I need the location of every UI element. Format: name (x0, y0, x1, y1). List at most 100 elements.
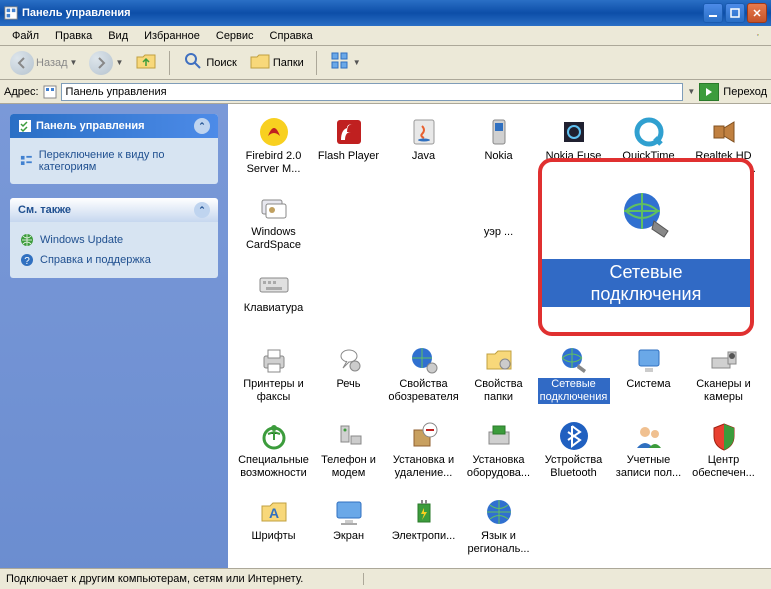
link-windows-update[interactable]: Windows Update (20, 230, 208, 250)
link-category-view[interactable]: Переключение к виду по категориям (20, 146, 208, 176)
sidebar: Панель управления ⌃ Переключение к виду … (0, 104, 228, 575)
search-icon (182, 50, 204, 75)
folderopt-icon (483, 344, 515, 376)
item-label: Система (626, 378, 670, 391)
svg-text:A: A (268, 505, 278, 521)
menu-view[interactable]: Вид (100, 30, 136, 42)
back-button[interactable]: Назад ▼ (6, 49, 81, 77)
item-label: Учетные записи пол... (613, 454, 685, 480)
list-item[interactable]: Java (386, 112, 461, 180)
menu-favorites[interactable]: Избранное (136, 30, 208, 42)
status-bar: Подключает к другим компьютерам, сетям и… (0, 568, 771, 589)
link-help-support[interactable]: ? Справка и поддержка (20, 250, 208, 270)
item-label: Flash Player (318, 150, 379, 163)
search-button[interactable]: Поиск (178, 48, 240, 77)
panel-title: Панель управления (36, 120, 145, 132)
folders-icon (249, 50, 271, 75)
panel-head-seealso[interactable]: См. также ⌃ (10, 198, 218, 222)
network-icon (558, 344, 590, 376)
collapse-icon[interactable]: ⌃ (194, 118, 210, 134)
item-label: Свойства обозревателя (388, 378, 460, 404)
link-label: Справка и поддержка (40, 254, 151, 266)
network-icon (618, 187, 674, 243)
views-button[interactable]: ▼ (325, 48, 365, 77)
list-item[interactable]: Свойства обозревателя (386, 340, 461, 408)
list-item[interactable]: Установка оборудова... (461, 416, 536, 484)
highlight-callout: Сетевые подключения (538, 158, 754, 336)
switch-icon (20, 154, 33, 168)
list-item[interactable]: Учетные записи пол... (611, 416, 686, 484)
menu-help[interactable]: Справка (262, 30, 321, 42)
list-item[interactable]: Принтеры и факсы (236, 340, 311, 408)
views-icon (329, 50, 351, 75)
access-icon (258, 420, 290, 452)
list-item[interactable]: Установка и удаление... (386, 416, 461, 484)
menu-tools[interactable]: Сервис (208, 30, 262, 42)
chevron-down-icon[interactable]: ▼ (687, 87, 695, 96)
list-item[interactable]: Речь (311, 340, 386, 408)
nokiafuse-icon (558, 116, 590, 148)
folder-up-icon (135, 50, 157, 75)
item-label: Электропи... (392, 530, 456, 543)
list-item[interactable]: Сканеры и камеры (686, 340, 761, 408)
nokia-icon (483, 116, 515, 148)
display-icon (333, 496, 365, 528)
separator (316, 51, 317, 75)
list-item[interactable]: Устройства Bluetooth (536, 416, 611, 484)
item-label: Сетевые подключения (538, 378, 610, 404)
item-label: Телефон и модем (313, 454, 385, 480)
list-item[interactable]: Свойства папки (461, 340, 536, 408)
list-item[interactable]: Телефон и модем (311, 416, 386, 484)
list-item[interactable]: Windows CardSpace (236, 188, 311, 256)
java-icon (408, 116, 440, 148)
svg-text:?: ? (24, 256, 30, 267)
system-icon (633, 344, 665, 376)
addremove-icon (408, 420, 440, 452)
go-button[interactable] (699, 83, 719, 101)
up-button[interactable] (131, 48, 161, 77)
collapse-icon[interactable]: ⌃ (194, 202, 210, 218)
inetopt-icon (408, 344, 440, 376)
globe-icon (20, 233, 34, 247)
list-item[interactable]: Система (611, 340, 686, 408)
list-item[interactable]: уэр ... (461, 188, 536, 256)
windows-logo-icon (749, 27, 767, 45)
list-item[interactable]: Электропи... (386, 492, 461, 560)
panel-control: Панель управления ⌃ Переключение к виду … (10, 114, 218, 184)
control-panel-icon (43, 85, 57, 99)
list-item[interactable]: Клавиатура (236, 264, 311, 332)
panel-title: См. также (18, 204, 71, 216)
minimize-button[interactable] (703, 3, 723, 23)
menu-bar: Файл Правка Вид Избранное Сервис Справка (0, 26, 771, 46)
title-bar: Панель управления (0, 0, 771, 26)
maximize-button[interactable] (725, 3, 745, 23)
list-item[interactable]: Центр обеспечен... (686, 416, 761, 484)
realtek-icon (708, 116, 740, 148)
list-item[interactable]: Сетевые подключения (536, 340, 611, 408)
list-view[interactable]: Firebird 2.0 Server M... Flash Player Java… (228, 104, 771, 575)
address-input[interactable] (61, 83, 684, 101)
list-item[interactable]: Nokia (461, 112, 536, 180)
list-item[interactable]: Flash Player (311, 112, 386, 180)
item-label: Специальные возможности (238, 454, 310, 480)
forward-icon (89, 51, 113, 75)
list-item[interactable]: AШрифты (236, 492, 311, 560)
forward-button[interactable]: ▼ (85, 49, 127, 77)
close-button[interactable] (747, 3, 767, 23)
scanner-icon (708, 344, 740, 376)
item-label: Установка и удаление... (388, 454, 460, 480)
go-label[interactable]: Переход (723, 86, 767, 98)
list-item[interactable]: Специальные возможности (236, 416, 311, 484)
list-item[interactable]: Firebird 2.0 Server M... (236, 112, 311, 180)
printer-icon (258, 344, 290, 376)
list-item[interactable]: Язык и региональ... (461, 492, 536, 560)
menu-edit[interactable]: Правка (47, 30, 100, 42)
item-label: Центр обеспечен... (688, 454, 760, 480)
menu-file[interactable]: Файл (4, 30, 47, 42)
folders-button[interactable]: Папки (245, 48, 308, 77)
security-icon (708, 420, 740, 452)
item-label: Свойства папки (463, 378, 535, 404)
panel-head-control[interactable]: Панель управления ⌃ (10, 114, 218, 138)
checklist-icon (18, 119, 32, 133)
list-item[interactable]: Экран (311, 492, 386, 560)
